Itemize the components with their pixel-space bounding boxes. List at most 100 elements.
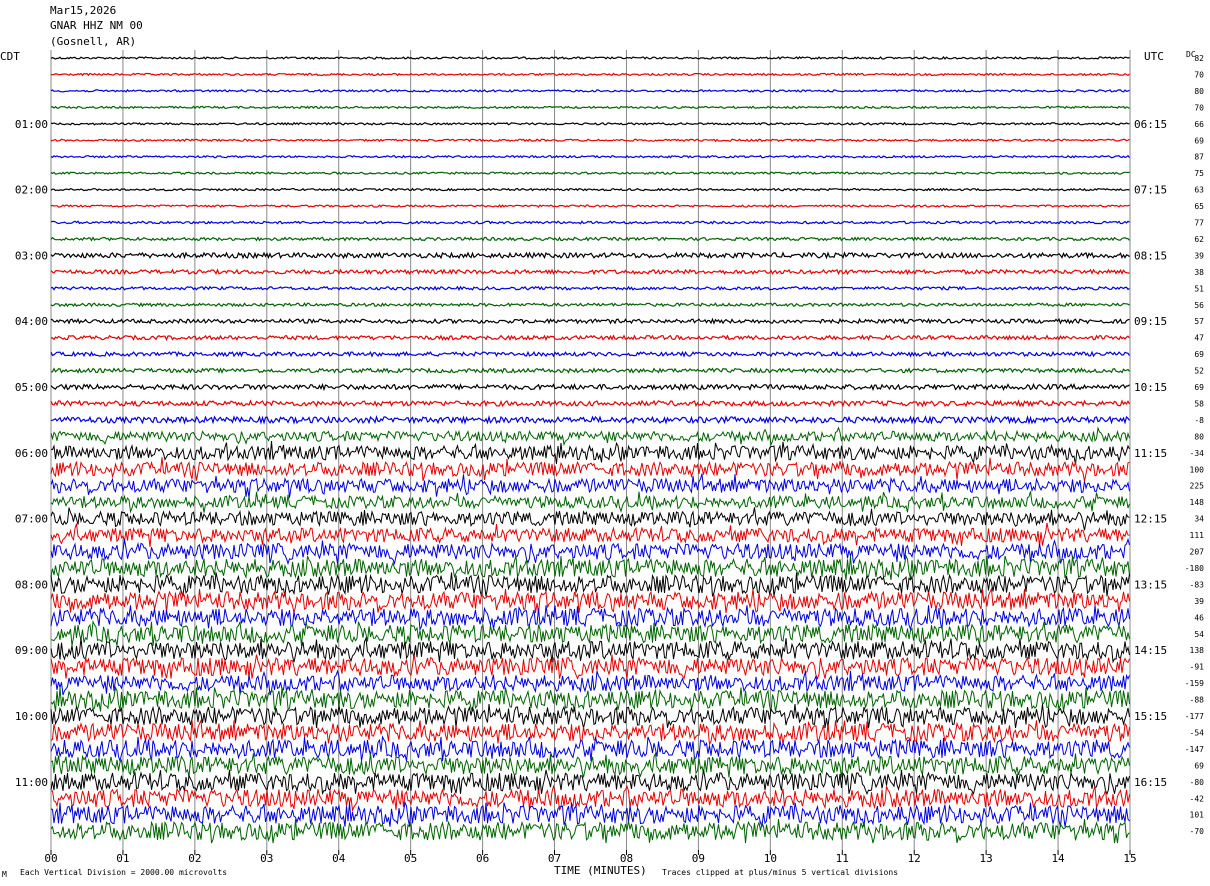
- dc-offset-label: 56: [1194, 301, 1204, 310]
- dc-offset-label: -159: [1185, 679, 1204, 688]
- dc-offset-label: -54: [1190, 728, 1205, 737]
- dc-offset-label: -8: [1194, 416, 1204, 425]
- seismic-trace-7: [50, 171, 1130, 175]
- right-time-label: 12:15: [1134, 513, 1167, 526]
- dc-offset-label: 34: [1194, 515, 1204, 524]
- seismic-trace-1: [50, 72, 1130, 77]
- dc-offset-label: 77: [1194, 219, 1204, 228]
- right-time-label: 13:15: [1134, 578, 1167, 591]
- right-time-label: 10:15: [1134, 381, 1167, 394]
- right-time-label: 11:15: [1134, 447, 1167, 460]
- x-tick-label: 11: [836, 852, 849, 865]
- left-time-label: 08:00: [15, 578, 48, 591]
- left-time-label: 09:00: [15, 644, 48, 657]
- dc-offset-label: 46: [1194, 613, 1204, 622]
- dc-offset-label: -83: [1190, 580, 1205, 589]
- station-location: (Gosnell, AR): [50, 35, 137, 48]
- left-time-label: 06:00: [15, 447, 48, 460]
- x-tick-label: 14: [1051, 852, 1065, 865]
- left-time-label: 07:00: [15, 513, 48, 526]
- seismic-trace-28: [50, 507, 1130, 531]
- seismic-trace-6: [50, 154, 1130, 159]
- x-tick-label: 03: [260, 852, 273, 865]
- left-timezone-label: CDT: [0, 50, 20, 63]
- dc-offset-label: -42: [1190, 794, 1205, 803]
- x-tick-label: 04: [332, 852, 346, 865]
- x-tick-label: 10: [764, 852, 777, 865]
- dc-offset-label: -34: [1190, 449, 1205, 458]
- dc-offset-label: 225: [1190, 482, 1205, 491]
- dc-offset-label: 58: [1194, 399, 1204, 408]
- dc-offset-label: 75: [1194, 169, 1204, 178]
- right-timezone-label: UTC: [1144, 50, 1164, 63]
- right-time-label: 16:15: [1134, 776, 1167, 789]
- seismic-trace-0: [50, 56, 1130, 60]
- station-code: GNAR HHZ NM 00: [50, 19, 143, 32]
- helicorder-plot: 00 01 02 03 04 05 06 07 08 09 10 11 12 13 14 1582708070…: [15, 50, 1205, 865]
- dc-offset-label: 39: [1194, 597, 1204, 606]
- left-time-label: 04:00: [15, 315, 48, 328]
- dc-column-header: DC: [1186, 50, 1196, 59]
- dc-offset-label: 100: [1190, 465, 1205, 474]
- dc-offset-label: 80: [1194, 87, 1204, 96]
- dc-offset-label: 69: [1194, 350, 1204, 359]
- dc-offset-label: 80: [1194, 432, 1204, 441]
- dc-offset-label: 62: [1194, 235, 1204, 244]
- right-time-label: 06:15: [1134, 118, 1167, 131]
- dc-offset-label: 101: [1190, 811, 1205, 820]
- left-time-label: 05:00: [15, 381, 48, 394]
- seismic-trace-19: [50, 367, 1130, 375]
- dc-offset-label: 70: [1194, 103, 1204, 112]
- x-tick-label: 00: [44, 852, 57, 865]
- right-time-label: 08:15: [1134, 249, 1167, 262]
- seismic-trace-10: [50, 220, 1130, 225]
- x-tick-label: 12: [908, 852, 921, 865]
- dc-offset-label: 69: [1194, 761, 1204, 770]
- dc-offset-label: 69: [1194, 383, 1204, 392]
- seismic-trace-20: [50, 382, 1130, 392]
- dc-offset-label: 51: [1194, 284, 1204, 293]
- dc-offset-label: 87: [1194, 153, 1204, 162]
- seismic-trace-17: [51, 334, 1130, 342]
- seismic-trace-25: [50, 457, 1130, 482]
- seismic-trace-23: [50, 426, 1130, 447]
- right-time-label: 09:15: [1134, 315, 1167, 328]
- x-tick-label: 01: [116, 852, 129, 865]
- left-time-label: 02:00: [15, 184, 48, 197]
- dc-offset-label: -177: [1185, 712, 1204, 721]
- dc-offset-label: 138: [1190, 646, 1205, 655]
- dc-offset-label: -91: [1190, 663, 1205, 672]
- seismic-trace-21: [50, 399, 1131, 408]
- seismic-trace-5: [50, 138, 1130, 143]
- dc-offset-label: -88: [1190, 696, 1205, 705]
- seismic-trace-30: [50, 537, 1130, 566]
- seismic-trace-13: [50, 268, 1130, 276]
- x-tick-label: 15: [1123, 852, 1136, 865]
- dc-offset-label: -147: [1185, 745, 1204, 754]
- seismic-trace-44: [50, 769, 1130, 796]
- seismic-trace-8: [50, 187, 1130, 192]
- seismic-trace-14: [50, 285, 1130, 292]
- seismic-trace-15: [50, 302, 1130, 308]
- dc-offset-label: -180: [1185, 564, 1204, 573]
- clip-note: Traces clipped at plus/minus 5 vertical …: [662, 868, 899, 877]
- dc-offset-label: 38: [1194, 268, 1204, 277]
- vertical-scale-note: Each Vertical Division = 2000.00 microvo…: [20, 868, 228, 877]
- right-time-label: 14:15: [1134, 644, 1167, 657]
- dc-offset-label: -80: [1190, 778, 1205, 787]
- dc-offset-label: 148: [1190, 498, 1205, 507]
- x-axis-title: TIME (MINUTES): [554, 864, 647, 877]
- dc-offset-label: 47: [1194, 334, 1204, 343]
- seismic-trace-24: [50, 440, 1130, 465]
- seismic-trace-46: [50, 801, 1130, 827]
- x-tick-label: 05: [404, 852, 417, 865]
- dc-offset-label: 111: [1190, 531, 1205, 540]
- seismic-trace-18: [50, 350, 1131, 358]
- seismic-trace-27: [50, 491, 1130, 514]
- seismic-trace-32: [50, 572, 1130, 597]
- seismic-trace-41: [50, 718, 1130, 747]
- seismic-trace-4: [50, 121, 1130, 126]
- left-time-label: 10:00: [15, 710, 48, 723]
- left-time-label: 11:00: [15, 776, 48, 789]
- dc-offset-label: 66: [1194, 120, 1204, 129]
